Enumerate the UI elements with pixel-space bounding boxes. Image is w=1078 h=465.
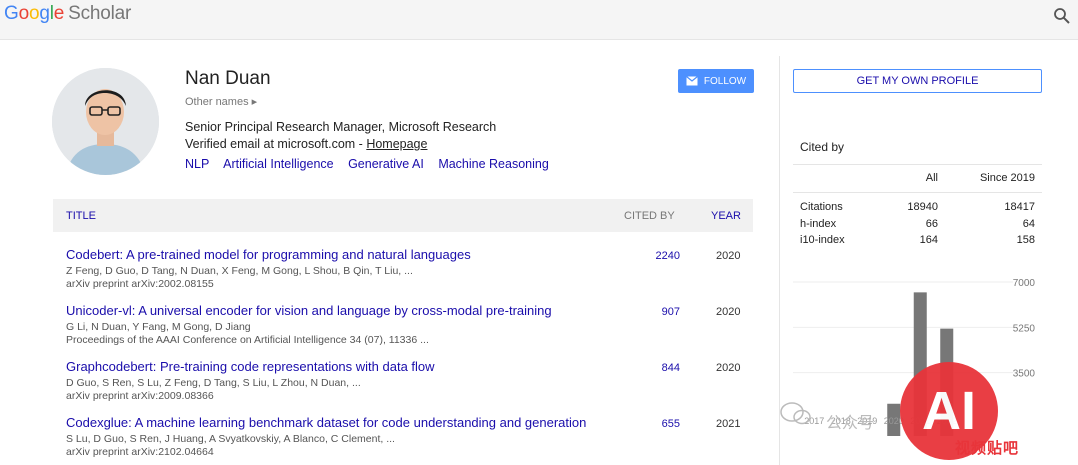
top-bar: Google Scholar [0, 0, 1078, 40]
get-my-own-profile-button[interactable]: GET MY OWN PROFILE [793, 69, 1042, 93]
paper-authors: G Li, N Duan, Y Fang, M Gong, D Jiang [66, 321, 251, 333]
watermark-caption: 视频贴吧 [955, 440, 1020, 457]
interest-link[interactable]: Artificial Intelligence [223, 157, 333, 171]
avatar-photo [52, 68, 159, 175]
profile-name: Nan Duan [185, 68, 271, 89]
paper-year: 2020 [716, 362, 741, 374]
verified-email: Verified email at microsoft.com - Homepa… [185, 137, 427, 151]
paper-venue: arXiv preprint arXiv:2002.08155 [66, 278, 214, 290]
column-title-header[interactable]: TITLE [66, 210, 96, 222]
table-row: Codexglue: A machine learning benchmark … [66, 415, 756, 465]
table-row: Graphcodebert: Pre-training code represe… [66, 359, 756, 411]
metric-all: 164 [919, 234, 938, 246]
metric-label: h-index [800, 218, 837, 230]
search-icon[interactable] [1053, 7, 1071, 25]
google-scholar-logo[interactable]: Google Scholar [4, 3, 131, 25]
paper-venue: arXiv preprint arXiv:2009.08366 [66, 390, 214, 402]
homepage-link[interactable]: Homepage [366, 137, 427, 151]
metric-since: 158 [1016, 234, 1035, 246]
avatar [52, 68, 159, 175]
cited-by-count[interactable]: 844 [650, 362, 680, 374]
chart-y-tick-label: 7000 [1013, 278, 1036, 289]
metric-label: i10-index [800, 234, 845, 246]
paper-venue: Proceedings of the AAAI Conference on Ar… [66, 334, 429, 346]
affiliation: Senior Principal Research Manager, Micro… [185, 120, 497, 134]
cited-by-header-all: All [925, 172, 938, 184]
email-text: Verified email at microsoft.com - [185, 137, 367, 151]
metric-all: 66 [925, 218, 938, 230]
logo-scholar-text: Scholar [68, 3, 132, 24]
paper-title-link[interactable]: Unicoder-vl: A universal encoder for vis… [66, 303, 552, 318]
metric-all: 18940 [907, 201, 938, 213]
cited-by-count[interactable]: 655 [650, 418, 680, 430]
table-row: Unicoder-vl: A universal encoder for vis… [66, 303, 756, 355]
cited-by-header-since: Since 2019 [979, 172, 1035, 184]
watermark-chat-text: 公众号 [826, 415, 875, 432]
paper-title-link[interactable]: Graphcodebert: Pre-training code represe… [66, 359, 435, 374]
interest-link[interactable]: Generative AI [348, 157, 424, 171]
chart-y-tick-label: 3500 [1013, 369, 1036, 380]
cited-by-title: Cited by [800, 140, 845, 154]
logo-letter: o [28, 3, 40, 24]
table-row: Codebert: A pre-trained model for progra… [66, 247, 756, 299]
column-year-header[interactable]: YEAR [711, 210, 741, 222]
logo-letter: o [18, 3, 30, 24]
logo-letter: g [39, 3, 50, 24]
cited-by-count[interactable]: 907 [650, 306, 680, 318]
paper-year: 2020 [716, 250, 741, 262]
research-interests: NLP Artificial Intelligence Generative A… [185, 157, 560, 171]
paper-year: 2020 [716, 306, 741, 318]
interest-link[interactable]: NLP [185, 157, 209, 171]
follow-button[interactable]: FOLLOW [678, 69, 754, 93]
paper-venue: arXiv preprint arXiv:2102.04664 [66, 446, 214, 458]
column-cited-by-header[interactable]: CITED BY [624, 210, 675, 222]
paper-authors: D Guo, S Ren, S Lu, Z Feng, D Tang, S Li… [66, 377, 361, 389]
other-names-link[interactable]: Other names ▸ [185, 95, 257, 108]
chart-y-tick-label: 5250 [1013, 323, 1036, 334]
logo-letter: G [4, 3, 19, 24]
interest-link[interactable]: Machine Reasoning [438, 157, 549, 171]
table-header: TITLE CITED BY YEAR [53, 199, 753, 232]
paper-authors: S Lu, D Guo, S Ren, J Huang, A Svyatkovs… [66, 433, 395, 445]
metric-label: Citations [800, 201, 843, 213]
metric-since: 64 [1022, 218, 1035, 230]
cited-by-divider [793, 192, 1042, 193]
paper-title-link[interactable]: Codexglue: A machine learning benchmark … [66, 415, 586, 430]
logo-letter: e [53, 3, 65, 24]
envelope-icon [685, 76, 698, 86]
follow-label: FOLLOW [703, 75, 747, 87]
paper-title-link[interactable]: Codebert: A pre-trained model for progra… [66, 247, 471, 262]
paper-year: 2021 [716, 418, 741, 430]
cited-by-divider [793, 164, 1042, 165]
paper-authors: Z Feng, D Guo, D Tang, N Duan, X Feng, M… [66, 265, 413, 277]
metric-since: 18417 [1004, 201, 1035, 213]
cited-by-count[interactable]: 2240 [650, 250, 680, 262]
